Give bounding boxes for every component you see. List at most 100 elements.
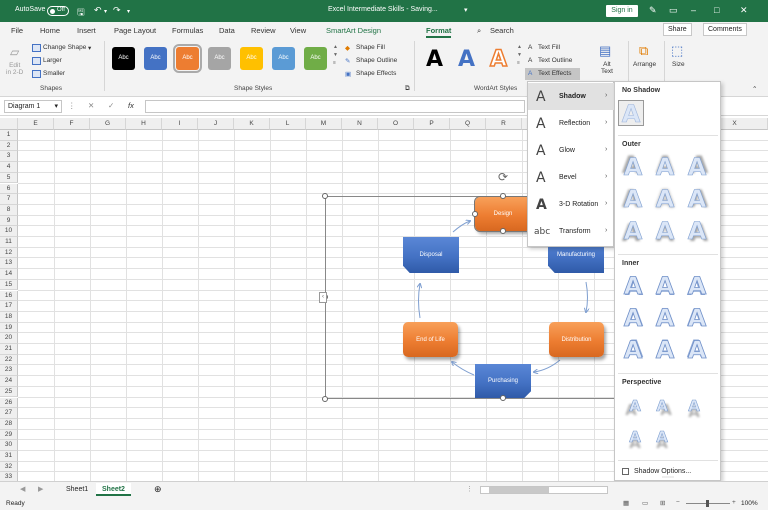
row-header[interactable]: 3 <box>0 151 18 163</box>
sheet-tab-sheet1[interactable]: Sheet1 <box>60 483 94 496</box>
row-header[interactable]: 28 <box>0 418 18 430</box>
shape-style-swatch[interactable]: Abc <box>272 47 295 70</box>
row-header[interactable]: 16 <box>0 290 18 302</box>
sign-in-button[interactable]: Sign in <box>606 5 638 17</box>
purchasing-shape[interactable]: Purchasing <box>475 364 531 398</box>
column-header[interactable]: G <box>90 118 126 130</box>
inner-shadow-option[interactable]: A <box>620 337 646 364</box>
tab-insert[interactable]: Insert <box>77 26 96 35</box>
wordart-style-black[interactable]: A <box>426 47 443 72</box>
name-box[interactable]: Diagram 1 ▾ <box>4 100 62 113</box>
shape-style-swatch-selected[interactable]: Abc <box>173 44 202 73</box>
formula-input[interactable] <box>145 100 525 113</box>
resize-handle[interactable] <box>322 193 328 199</box>
outer-shadow-option[interactable]: A <box>652 186 678 213</box>
enter-icon[interactable]: ✓ <box>108 101 114 110</box>
tab-formulas[interactable]: Formulas <box>172 26 203 35</box>
text-pane-toggle[interactable]: ‹ <box>319 292 327 303</box>
tab-view[interactable]: View <box>290 26 306 35</box>
add-sheet-icon[interactable]: ⊕ <box>148 483 168 496</box>
tab-home[interactable]: Home <box>40 26 60 35</box>
row-header[interactable]: 20 <box>0 333 18 344</box>
row-header[interactable]: 13 <box>0 258 18 270</box>
shape-outline-button[interactable]: Shape Outline <box>356 57 397 64</box>
shape-fill-button[interactable]: Shape Fill <box>356 44 385 51</box>
smaller-button[interactable]: Smaller <box>43 70 65 77</box>
change-shape-button[interactable]: Change Shape <box>43 44 86 51</box>
larger-button[interactable]: Larger <box>43 57 62 64</box>
column-header[interactable]: R <box>486 118 522 130</box>
column-header[interactable]: O <box>378 118 414 130</box>
normal-view-icon[interactable]: ▦ <box>623 499 629 507</box>
edit-2d-button[interactable]: Edit in 2-D <box>6 62 23 76</box>
qat-customize-icon[interactable]: ▾ <box>127 8 130 15</box>
ribbon-display-icon[interactable]: ▭ <box>669 5 678 16</box>
row-header[interactable]: 5 <box>0 172 18 184</box>
menu-item-3d-rotation[interactable]: A 3-D Rotation › <box>528 191 614 218</box>
menu-item-bevel[interactable]: A Bevel › <box>528 164 614 191</box>
column-header[interactable]: K <box>234 118 270 130</box>
end-of-life-shape[interactable]: End of Life <box>403 322 458 357</box>
perspective-shadow-option[interactable]: A <box>622 424 648 450</box>
zoom-level[interactable]: 100% <box>741 500 758 507</box>
wordart-style-orange[interactable]: A <box>489 46 508 73</box>
perspective-shadow-option[interactable]: A <box>649 393 675 419</box>
title-dropdown-icon[interactable]: ▾ <box>464 6 468 14</box>
text-fill-button[interactable]: Text Fill <box>538 44 560 51</box>
scrollbar-thumb[interactable] <box>489 487 549 493</box>
size-button[interactable]: Size <box>672 61 685 68</box>
close-icon[interactable]: ✕ <box>740 5 748 16</box>
row-header[interactable]: 30 <box>0 440 18 451</box>
select-all-corner[interactable] <box>0 118 18 130</box>
row-header[interactable]: 15 <box>0 279 18 291</box>
column-header[interactable]: M <box>306 118 342 130</box>
outer-shadow-option[interactable]: A <box>684 218 710 245</box>
distribution-shape[interactable]: Distribution <box>549 322 604 357</box>
row-header[interactable]: 8 <box>0 204 18 216</box>
maximize-icon[interactable]: □ <box>714 5 719 15</box>
row-header[interactable]: 21 <box>0 344 18 355</box>
undo-icon[interactable]: ↶ <box>94 5 102 16</box>
perspective-shadow-option[interactable]: A <box>622 393 648 419</box>
collapse-ribbon-icon[interactable]: ⌃ <box>752 85 757 93</box>
share-button[interactable]: Share <box>663 23 692 36</box>
column-header[interactable]: Q <box>450 118 486 130</box>
outer-shadow-option[interactable]: A <box>620 154 646 181</box>
row-header[interactable]: 24 <box>0 376 18 387</box>
perspective-shadow-option[interactable]: A <box>649 424 675 450</box>
menu-item-reflection[interactable]: A Reflection › <box>528 110 614 137</box>
row-header[interactable]: 9 <box>0 215 18 227</box>
row-header[interactable]: 29 <box>0 429 18 441</box>
page-layout-view-icon[interactable]: ▭ <box>642 499 648 507</box>
shadow-options-button[interactable]: Shadow Options... <box>622 468 691 475</box>
perspective-shadow-option[interactable]: A <box>681 393 707 419</box>
row-header[interactable]: 23 <box>0 365 18 377</box>
disposal-shape[interactable]: Disposal <box>403 237 459 273</box>
column-header[interactable]: P <box>414 118 450 130</box>
shape-style-swatch[interactable]: Abc <box>304 47 327 70</box>
shape-style-swatch[interactable]: Abc <box>208 47 231 70</box>
zoom-out-icon[interactable]: − <box>676 499 680 506</box>
gallery-resize-grip[interactable]: ⋯⋯ <box>662 474 674 481</box>
row-header[interactable]: 4 <box>0 162 18 173</box>
search-icon[interactable]: ⌕ <box>477 26 481 36</box>
inner-shadow-option[interactable]: A <box>684 305 710 332</box>
row-header[interactable]: 18 <box>0 311 18 323</box>
save-icon[interactable]: 🖫 <box>77 5 85 21</box>
outer-shadow-option[interactable]: A <box>652 218 678 245</box>
row-header[interactable]: 14 <box>0 269 18 280</box>
tab-smartart-design[interactable]: SmartArt Design <box>326 26 381 35</box>
search-label[interactable]: Search <box>490 26 514 35</box>
shape-effects-button[interactable]: Shape Effects <box>356 70 396 77</box>
dialog-launcher-icon[interactable]: ⧉ <box>405 85 410 93</box>
column-header[interactable]: E <box>18 118 54 130</box>
comments-button[interactable]: Comments <box>703 23 747 36</box>
zoom-slider[interactable] <box>686 500 730 507</box>
shape-style-swatch[interactable]: Abc <box>112 47 135 70</box>
inner-shadow-option[interactable]: A <box>684 337 710 364</box>
inner-shadow-option[interactable]: A <box>620 305 646 332</box>
wordart-style-blue[interactable]: A <box>458 47 475 72</box>
column-header[interactable]: H <box>126 118 162 130</box>
column-header[interactable]: J <box>198 118 234 130</box>
resize-handle[interactable] <box>500 228 506 234</box>
